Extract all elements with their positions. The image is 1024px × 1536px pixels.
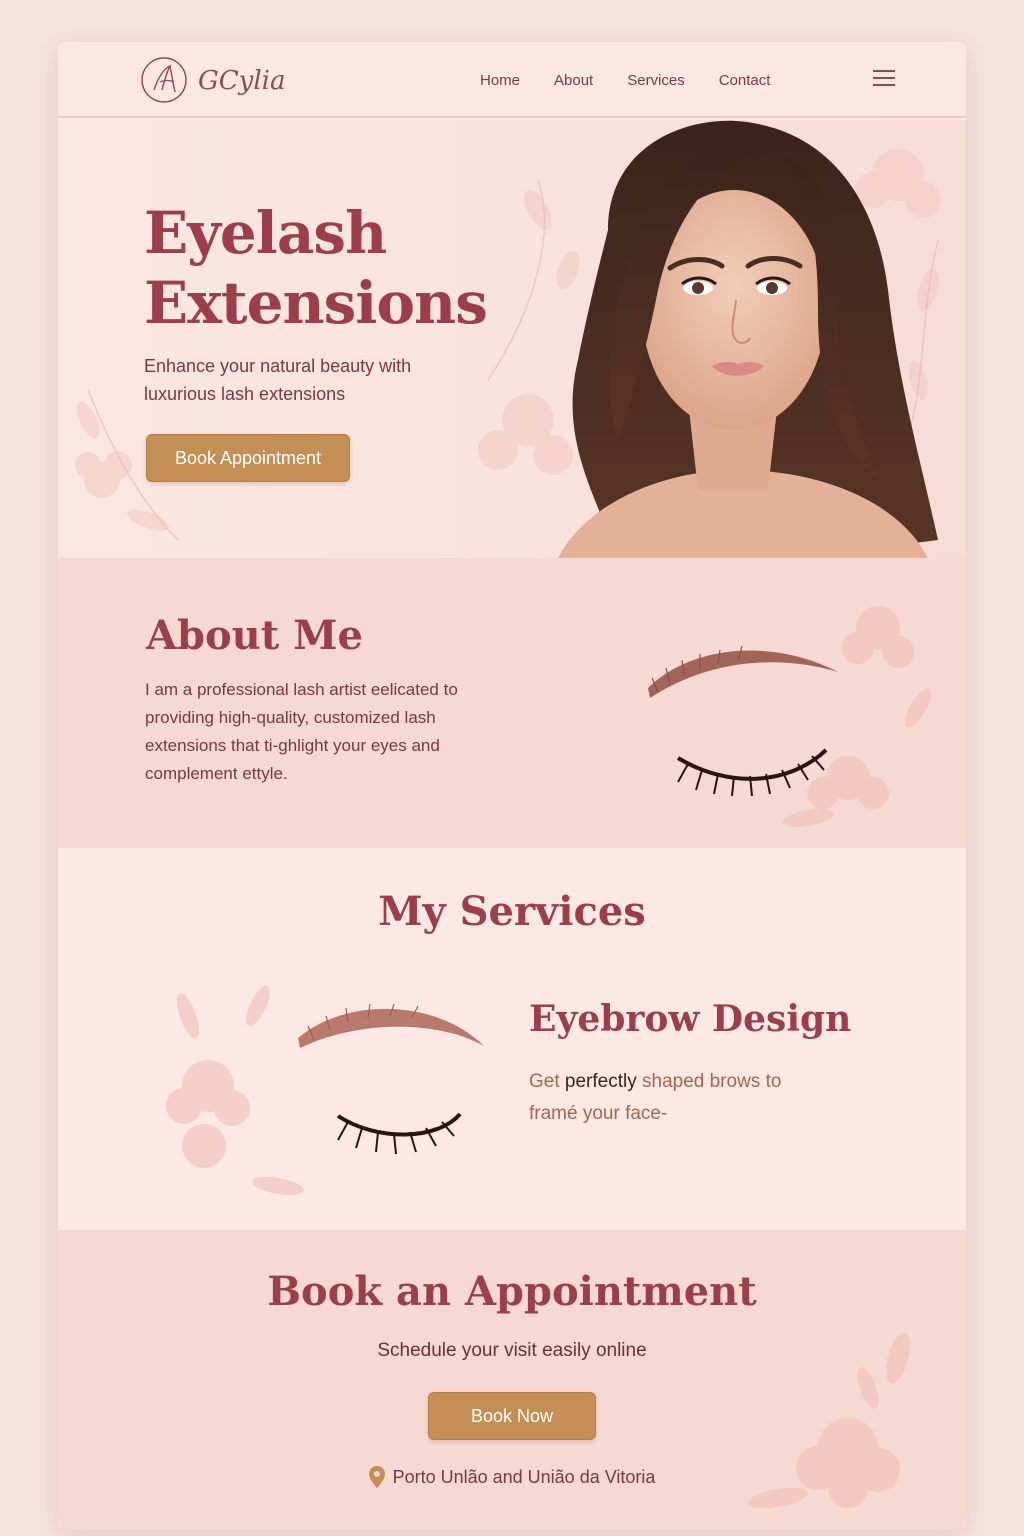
nav-contact[interactable]: Contact xyxy=(719,72,771,89)
about-text: I am a professional lash artist eelicate… xyxy=(145,680,458,783)
eye-illustration xyxy=(648,606,931,828)
services-title: My Services xyxy=(378,888,646,935)
hero-title: Eyelash Extensions xyxy=(144,199,488,337)
floral-decoration xyxy=(748,1332,910,1509)
booking-section: Book an Appointment Schedule your visit … xyxy=(58,1230,966,1530)
about-title: About Me xyxy=(146,612,363,659)
site-header: GCylia Home About Services Contact xyxy=(58,42,966,118)
location: Porto Unlão and União da Vitoria xyxy=(58,1466,966,1488)
nav-home[interactable]: Home xyxy=(480,72,520,89)
logo[interactable]: GCylia xyxy=(140,56,340,106)
book-appointment-button[interactable]: Book Appointment xyxy=(146,434,350,482)
service-item-title: Eyebrow Design xyxy=(529,998,852,1040)
booking-subtitle: Schedule your visit easily online xyxy=(377,1340,647,1361)
services-section: My Services Eyebrow Design Get perfectly… xyxy=(58,848,966,1230)
model-portrait-image xyxy=(558,120,938,558)
main-nav: Home About Services Contact xyxy=(480,72,770,89)
menu-icon[interactable] xyxy=(873,70,895,88)
book-now-button[interactable]: Book Now xyxy=(428,1392,596,1440)
nav-services[interactable]: Services xyxy=(627,72,685,89)
eyebrow-illustration xyxy=(166,985,484,1196)
location-pin-icon xyxy=(368,1466,385,1488)
service-item-description: Get perfectly shaped brows to framé your… xyxy=(529,1071,782,1124)
location-text: Porto Unlão and União da Vitoria xyxy=(392,1466,656,1487)
about-section: About Me I am a professional lash artist… xyxy=(58,558,966,848)
hero-subtitle: Enhance your natural beauty with luxurio… xyxy=(144,356,412,404)
hero-section: Eyelash Extensions Enhance your natural … xyxy=(58,120,966,558)
logo-monogram-icon xyxy=(141,57,187,103)
landing-page: GCylia Home About Services Contact Eyela… xyxy=(58,42,966,1530)
booking-title: Book an Appointment xyxy=(267,1268,757,1315)
nav-about[interactable]: About xyxy=(554,72,593,89)
logo-text: GCylia xyxy=(198,66,286,96)
